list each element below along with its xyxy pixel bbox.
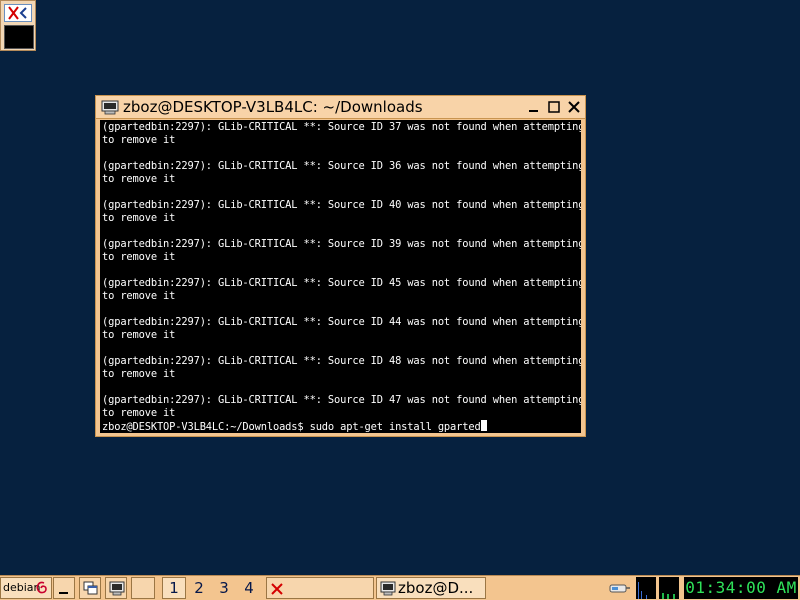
workspace-3[interactable]: 3 (212, 577, 236, 599)
terminal-icon (380, 581, 396, 598)
output-lines: (gpartedbin:2297): GLib-CRITICAL **: Sou… (102, 121, 581, 420)
terminal-window: zboz@DESKTOP-V3LB4LC: ~/Downloads (gpart… (95, 95, 586, 437)
taskbar: debian 1 2 3 4 zboz@D... 01:34:00 AM (0, 575, 800, 600)
workspace-1[interactable]: 1 (162, 577, 186, 599)
maximize-button[interactable] (545, 99, 563, 116)
terminal-output-line: (gpartedbin:2297): GLib-CRITICAL **: Sou… (102, 277, 581, 289)
terminal-output-line: (gpartedbin:2297): GLib-CRITICAL **: Sou… (102, 199, 581, 211)
minimize-button[interactable] (525, 99, 543, 116)
terminal-output-line: (gpartedbin:2297): GLib-CRITICAL **: Sou… (102, 160, 581, 172)
window-title: zboz@DESKTOP-V3LB4LC: ~/Downloads (123, 98, 423, 116)
window-titlebar[interactable]: zboz@DESKTOP-V3LB4LC: ~/Downloads (96, 96, 585, 119)
x-logo-icon (270, 581, 284, 600)
terminal-launch-button[interactable] (105, 577, 127, 599)
clock[interactable]: 01:34:00 AM (684, 577, 798, 599)
text-cursor (480, 420, 487, 431)
start-menu-button[interactable]: debian (0, 577, 52, 599)
terminal-output-line: (gpartedbin:2297): GLib-CRITICAL **: Sou… (102, 316, 581, 328)
network-icon[interactable] (608, 577, 632, 599)
prompt-line[interactable]: zboz@DESKTOP-V3LB4LC:~/Downloads$ sudo a… (102, 420, 581, 433)
terminal-output-line: to remove it (102, 329, 176, 341)
x-logo-icon[interactable] (4, 4, 32, 22)
terminal-output-line: to remove it (102, 134, 176, 146)
typed-command: sudo apt-get install gparted (309, 421, 481, 433)
minimize-all-button[interactable] (53, 577, 75, 599)
debian-swirl-icon (35, 580, 49, 600)
workspace-2[interactable]: 2 (187, 577, 211, 599)
terminal-output-line: (gpartedbin:2297): GLib-CRITICAL **: Sou… (102, 394, 581, 406)
task-list-x-app[interactable] (266, 577, 374, 599)
cpu-monitor (636, 577, 656, 599)
terminal-output-line: (gpartedbin:2297): GLib-CRITICAL **: Sou… (102, 355, 581, 367)
launcher-widget (0, 0, 36, 51)
terminal-output-line: to remove it (102, 368, 176, 380)
close-button[interactable] (565, 99, 583, 116)
terminal-output-line: to remove it (102, 407, 176, 419)
terminal-output-line: to remove it (102, 251, 176, 263)
terminal-output-line: to remove it (102, 290, 176, 302)
memory-monitor (659, 577, 679, 599)
terminal-output-line: to remove it (102, 173, 176, 185)
terminal-output-line: (gpartedbin:2297): GLib-CRITICAL **: Sou… (102, 238, 581, 250)
workspace-4[interactable]: 4 (237, 577, 261, 599)
desktop: zboz@DESKTOP-V3LB4LC: ~/Downloads (gpart… (0, 0, 800, 600)
task-terminal-button[interactable]: zboz@D... (376, 577, 486, 599)
show-desktop-button[interactable] (79, 577, 101, 599)
terminal-output-line: to remove it (102, 212, 176, 224)
shell-prompt: zboz@DESKTOP-V3LB4LC:~/Downloads$ (102, 421, 310, 433)
launch-spacer-button[interactable] (131, 577, 155, 599)
terminal-output-line: (gpartedbin:2297): GLib-CRITICAL **: Sou… (102, 121, 581, 133)
terminal-icon (101, 100, 119, 119)
terminal-launcher-icon[interactable] (4, 25, 34, 49)
terminal-output[interactable]: (gpartedbin:2297): GLib-CRITICAL **: Sou… (100, 120, 581, 433)
task-terminal-label: zboz@D... (398, 579, 474, 597)
